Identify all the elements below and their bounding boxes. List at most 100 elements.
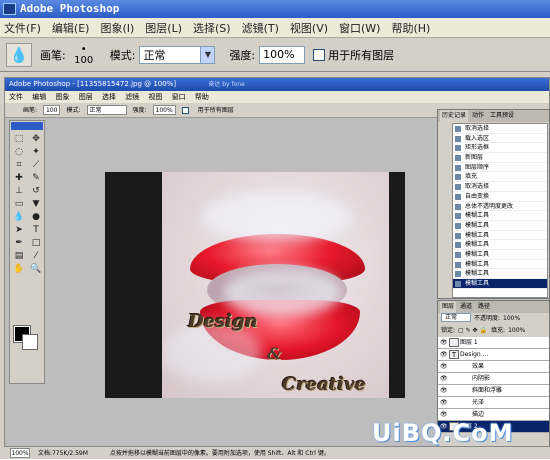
inner-menu-view[interactable]: 视图 [148, 93, 162, 101]
inner-mode-select[interactable]: 正常 [86, 105, 127, 115]
history-brush-tool-icon[interactable]: ↺ [28, 185, 44, 197]
history-item[interactable]: 模糊工具 [453, 240, 547, 250]
blend-mode-select[interactable]: 正常 [441, 313, 471, 322]
tab-tool-presets[interactable]: 工具预设 [488, 110, 516, 122]
layer-effects-row[interactable]: 👁 效果 [438, 361, 549, 373]
layer-effect-row[interactable]: 👁 光泽 [438, 397, 549, 409]
tab-paths[interactable]: 路径 [476, 301, 492, 313]
eye-icon[interactable]: 👁 [440, 399, 448, 406]
history-item[interactable]: 取消选择 [453, 124, 547, 134]
marquee-tool-icon[interactable]: ⬚ [11, 133, 27, 145]
mode-select[interactable]: 正常 ▼ [139, 45, 216, 64]
inner-all-layers-checkbox[interactable] [181, 106, 189, 114]
history-item[interactable]: 模糊工具 [453, 269, 547, 279]
dodge-tool-icon[interactable]: ● [28, 211, 44, 223]
all-layers-checkbox[interactable] [313, 48, 326, 61]
tab-channels[interactable]: 通道 [458, 301, 474, 313]
crop-tool-icon[interactable]: ⌗ [11, 159, 27, 171]
hand-tool-icon[interactable]: ✋ [11, 263, 27, 275]
history-item[interactable]: 载入选区 [453, 134, 547, 144]
history-item[interactable]: 新图层 [453, 153, 547, 163]
history-item[interactable]: 自由变换 [453, 192, 547, 202]
stamp-tool-icon[interactable]: ⊥ [11, 185, 27, 197]
history-item[interactable]: 模糊工具 [453, 250, 547, 260]
history-item[interactable]: 总体不透明度更改 [453, 202, 547, 212]
inner-title-bar: Adobe Photoshop - [11355815472.jpg @ 100… [5, 78, 549, 91]
inner-menu-image[interactable]: 图象 [55, 93, 69, 101]
menu-edit[interactable]: 编辑(E) [52, 20, 90, 36]
brush-picker[interactable]: • 100 [70, 44, 98, 66]
menu-help[interactable]: 帮助(H) [391, 20, 430, 36]
inner-menu-help[interactable]: 帮助 [195, 93, 209, 101]
opacity-value[interactable]: 100% [503, 313, 520, 325]
eraser-tool-icon[interactable]: ▭ [11, 198, 27, 210]
brush-tool-icon[interactable]: ✎ [28, 172, 44, 184]
history-item[interactable]: 模糊工具 [453, 231, 547, 241]
path-select-tool-icon[interactable]: ➤ [11, 224, 27, 236]
history-item[interactable]: 填充 [453, 172, 547, 183]
eye-icon[interactable]: 👁 [440, 351, 448, 358]
blur-tool-icon[interactable]: 💧 [11, 211, 27, 223]
document-canvas[interactable]: Design & Creative [105, 172, 405, 398]
background-color-swatch[interactable] [22, 334, 38, 350]
inner-menu-layer[interactable]: 图层 [79, 93, 93, 101]
type-tool-icon[interactable]: T [28, 224, 44, 236]
history-item[interactable]: 矩形选框 [453, 143, 547, 154]
menu-layer[interactable]: 图层(L) [145, 20, 182, 36]
strength-input[interactable]: 100% [259, 45, 306, 64]
menu-file[interactable]: 文件(F) [4, 20, 41, 36]
layer-row[interactable]: 👁 T Design ... [438, 349, 549, 361]
eye-icon[interactable]: 👁 [440, 387, 448, 394]
inner-strength-input[interactable]: 100% [152, 105, 176, 115]
menu-select[interactable]: 选择(S) [193, 20, 231, 36]
shape-tool-icon[interactable]: □ [28, 237, 44, 249]
eye-icon[interactable]: 👁 [440, 363, 448, 370]
notes-tool-icon[interactable]: ▤ [11, 250, 27, 262]
history-item-selected[interactable]: 模糊工具 [453, 279, 547, 289]
brush-label: 画笔: [40, 48, 66, 62]
menu-view[interactable]: 视图(V) [290, 20, 328, 36]
layer-effect-row[interactable]: 👁 斜面和浮雕 [438, 385, 549, 397]
history-item-label: 自由变换 [465, 192, 490, 200]
healing-tool-icon[interactable]: ✚ [11, 172, 27, 184]
doc-size: 文档:775K/2.59M [37, 450, 88, 457]
layer-row[interactable]: 👁 图层 1 [438, 337, 549, 349]
magic-wand-tool-icon[interactable]: ✦ [28, 146, 44, 158]
zoom-tool-icon[interactable]: 🔍 [28, 263, 44, 275]
blur-tool-icon[interactable]: 💧 [6, 42, 32, 67]
eyedropper-tool-icon[interactable]: ⁄ [28, 250, 44, 262]
tab-history[interactable]: 历史记录 [440, 110, 469, 122]
inner-menu-file[interactable]: 文件 [9, 93, 23, 101]
move-tool-icon[interactable]: ✥ [28, 133, 44, 145]
inner-menu-window[interactable]: 窗口 [172, 93, 186, 101]
inner-menu-select[interactable]: 选择 [102, 93, 116, 101]
menu-window[interactable]: 窗口(W) [339, 20, 380, 36]
history-item[interactable]: 模糊工具 [453, 260, 547, 270]
all-layers-label: 用于所有图层 [328, 48, 395, 62]
tab-actions[interactable]: 动作 [470, 110, 486, 122]
layer-effect-row[interactable]: 👁 内阴影 [438, 373, 549, 385]
slice-tool-icon[interactable]: ⟋ [28, 159, 44, 171]
pen-tool-icon[interactable]: ✒ [11, 237, 27, 249]
title-bar: Adobe Photoshop [0, 0, 550, 18]
menu-image[interactable]: 图象(I) [100, 20, 134, 36]
lasso-tool-icon[interactable]: ◌ [11, 146, 27, 158]
eye-icon[interactable]: 👁 [440, 339, 448, 346]
eye-icon[interactable]: 👁 [440, 411, 448, 418]
eye-icon[interactable]: 👁 [440, 375, 448, 382]
zoom-field[interactable]: 100% [10, 448, 30, 458]
history-item[interactable]: 图层顺序 [453, 163, 547, 173]
lock-icons[interactable]: ▢ ✎ ✥ 🔒 [458, 325, 488, 337]
effect-name: 光泽 [472, 399, 485, 406]
history-item[interactable]: 取消选择 [453, 182, 547, 192]
bucket-tool-icon[interactable]: ▼ [28, 198, 44, 210]
inner-menu-edit[interactable]: 编辑 [32, 93, 46, 101]
inner-brush-size[interactable]: 100 [43, 105, 61, 115]
history-item[interactable]: 模糊工具 [453, 211, 547, 221]
mode-label: 模式: [109, 48, 136, 62]
menu-filter[interactable]: 滤镜(T) [242, 20, 279, 36]
inner-menu-filter[interactable]: 滤镜 [125, 93, 139, 101]
fill-value[interactable]: 100% [508, 325, 525, 337]
history-step-icon [455, 126, 461, 132]
history-item[interactable]: 模糊工具 [453, 221, 547, 231]
